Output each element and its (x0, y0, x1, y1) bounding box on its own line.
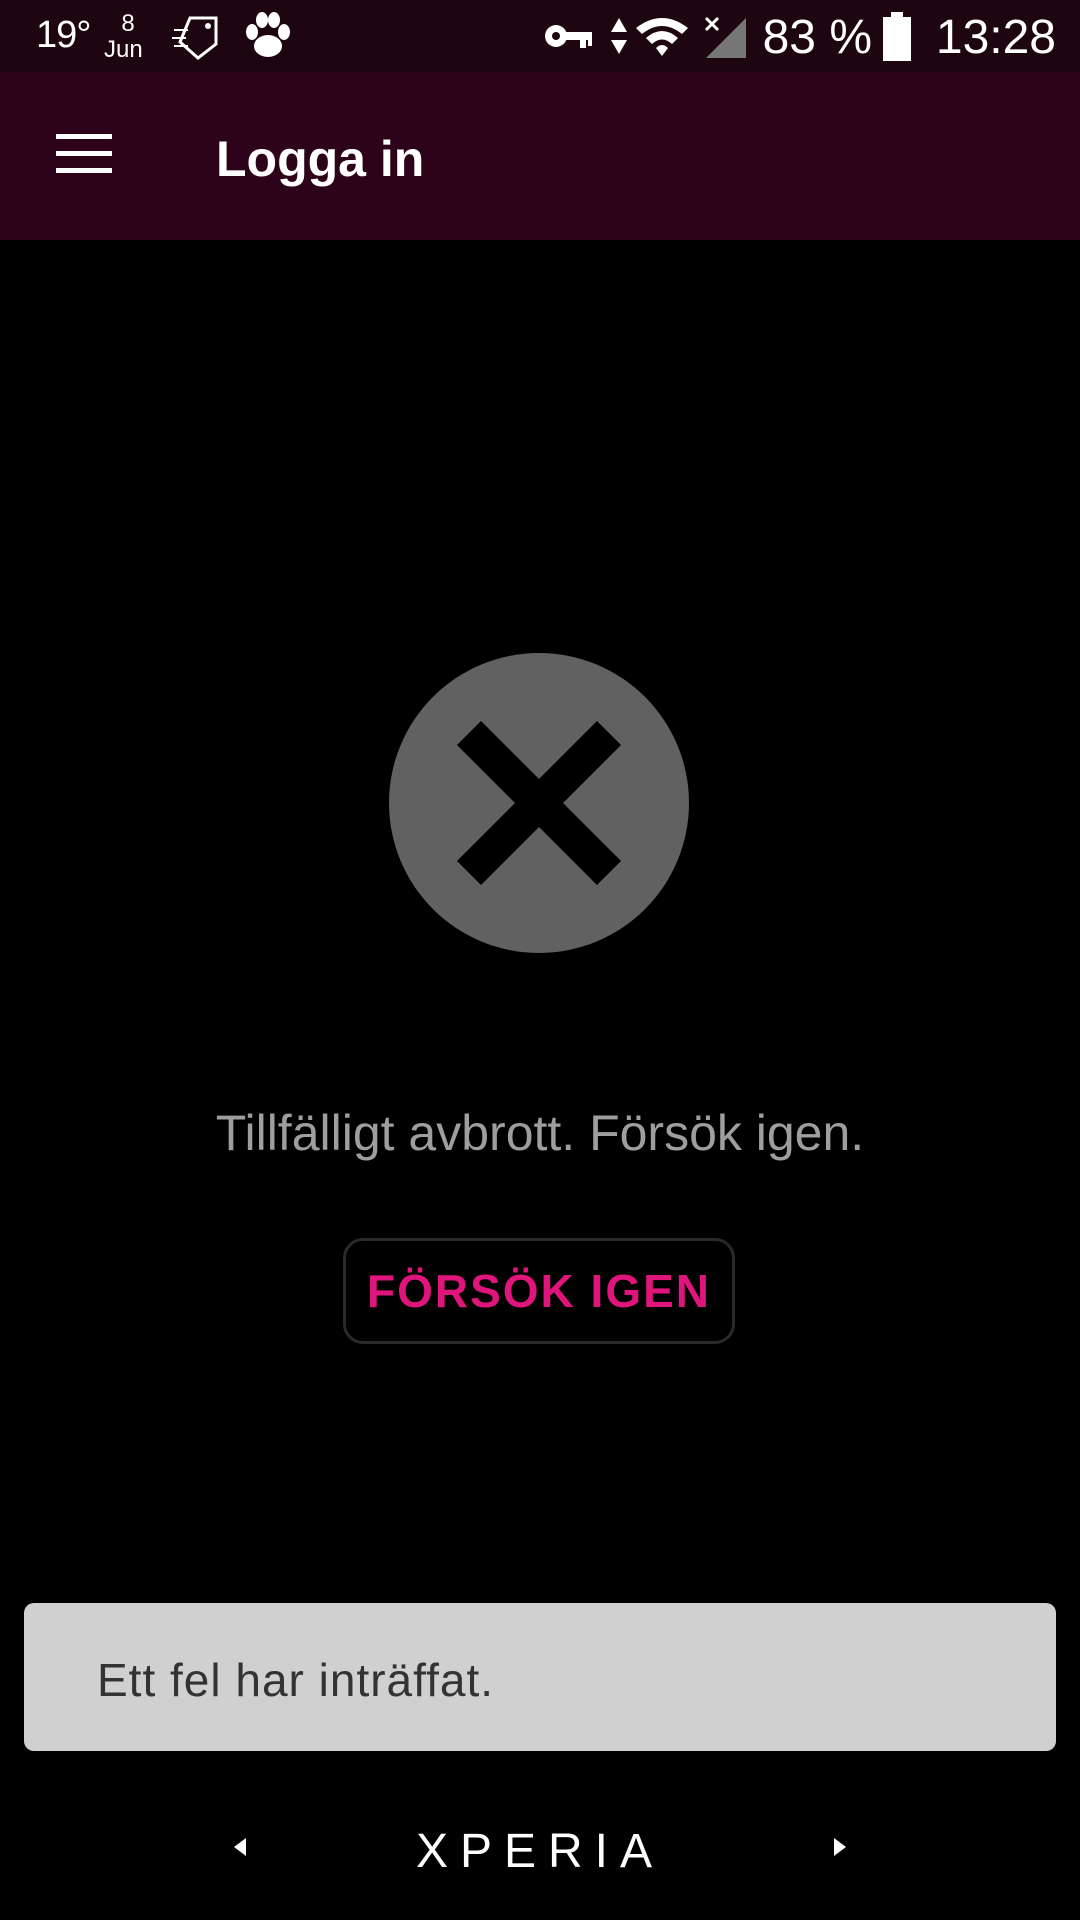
menu-line (56, 134, 112, 139)
navigation-bar: XPERIA (0, 1776, 1080, 1920)
retry-button[interactable]: FÖRSÖK IGEN (343, 1238, 735, 1344)
menu-line (56, 151, 112, 156)
vpn-key-icon (545, 25, 592, 48)
hamburger-menu-icon[interactable] (40, 118, 128, 190)
date-day-text: 8 (121, 10, 135, 37)
wifi-icon (636, 18, 688, 56)
time-text: 13:28 (935, 11, 1056, 64)
tag-icon (172, 16, 218, 60)
error-snackbar: Ett fel har inträffat. (24, 1603, 1056, 1751)
brand-logo: XPERIA (415, 1825, 665, 1878)
battery-percent-text: 83 % (762, 11, 872, 64)
snackbar-text: Ett fel har inträffat. (97, 1654, 495, 1706)
temperature-text: 19° (36, 14, 91, 56)
app-bar: Logga in (0, 72, 1080, 240)
screen: 19° 8 Jun 83 % 13:28 Logga in Tillfällig… (0, 0, 1080, 1920)
forward-arrow-icon[interactable] (826, 1832, 854, 1862)
paw-icon (246, 12, 290, 57)
error-x-circle-icon (389, 653, 689, 953)
close-icon (456, 720, 622, 886)
data-arrows-icon (611, 18, 627, 54)
battery-icon (883, 12, 911, 61)
page-title: Logga in (216, 131, 425, 187)
no-signal-icon (704, 16, 746, 58)
menu-line (56, 168, 112, 173)
date-month-text: Jun (104, 36, 143, 63)
error-message: Tillfälligt avbrott. Försök igen. (215, 1105, 865, 1161)
status-bar: 19° 8 Jun 83 % 13:28 (0, 0, 1080, 72)
